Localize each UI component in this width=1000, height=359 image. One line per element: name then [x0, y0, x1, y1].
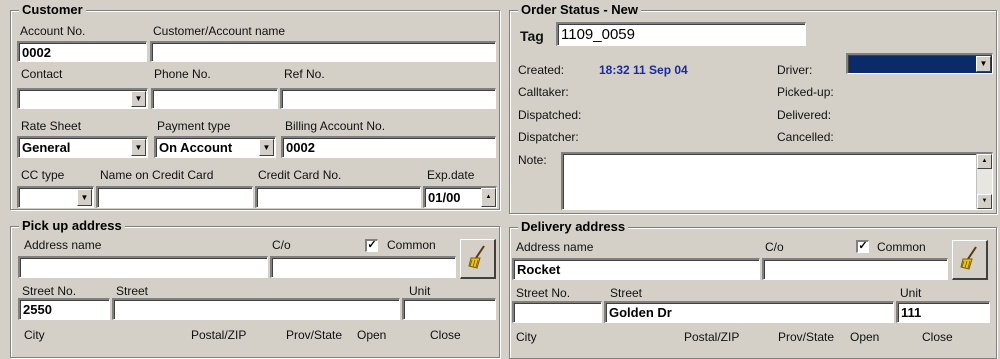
cancelled-label: Cancelled:: [777, 130, 834, 144]
phone-label: Phone No.: [154, 67, 211, 81]
cc-name-label: Name on Credit Card: [100, 168, 214, 182]
dispatched-label: Dispatched:: [518, 108, 582, 122]
account-no-field[interactable]: 0002: [17, 41, 147, 62]
created-value: 18:32 11 Sep 04: [599, 63, 688, 77]
billing-label: Billing Account No.: [285, 119, 386, 133]
cc-no-label: Credit Card No.: [258, 168, 342, 182]
cc-type-label: CC type: [21, 168, 65, 182]
broom-icon: [467, 244, 489, 273]
rate-sheet-select[interactable]: General ▼: [17, 136, 148, 158]
pickup-unit-field[interactable]: [402, 298, 496, 320]
contact-select[interactable]: ▼: [17, 88, 148, 109]
pickup-clear-button[interactable]: [460, 239, 496, 279]
phone-field[interactable]: [151, 88, 278, 109]
rate-sheet-value: General: [22, 140, 71, 155]
pickup-unit-label: Unit: [409, 284, 431, 298]
pickup-close-label: Close: [430, 328, 461, 342]
cc-type-select[interactable]: ▼: [17, 186, 94, 208]
delivery-unit-field[interactable]: 111: [896, 301, 990, 323]
delivery-co-label: C/o: [765, 240, 784, 254]
delivery-common-checkbox[interactable]: ✓: [856, 240, 869, 253]
calltaker-label: Calltaker:: [518, 85, 569, 99]
pickup-co-field[interactable]: [270, 256, 456, 278]
note-scrollbar[interactable]: ▲ ▼: [976, 154, 992, 209]
cc-type-dropdown-icon[interactable]: ▼: [77, 189, 92, 206]
tag-label: Tag: [520, 28, 544, 44]
contact-label: Contact: [21, 67, 63, 81]
contact-dropdown-icon[interactable]: ▼: [131, 91, 146, 107]
account-name-label: Customer/Account name: [153, 24, 286, 38]
customer-group-title: Customer: [19, 2, 86, 17]
billing-field[interactable]: 0002: [281, 136, 496, 158]
ref-field[interactable]: [280, 88, 496, 109]
pickup-postal-label: Postal/ZIP: [191, 328, 247, 342]
delivery-street-no-field[interactable]: [512, 301, 602, 323]
exp-date-spinner[interactable]: ▲ ▼: [481, 188, 496, 207]
driver-dropdown-icon[interactable]: ▼: [976, 56, 991, 72]
tag-field[interactable]: 1109_0059: [556, 22, 806, 46]
pickup-common-label: Common: [387, 238, 436, 252]
delivery-address-title: Delivery address: [518, 219, 629, 234]
rate-sheet-label: Rate Sheet: [21, 119, 82, 133]
pickup-address-name-label: Address name: [24, 238, 102, 252]
delivery-common-label: Common: [877, 240, 926, 254]
created-label: Created:: [518, 63, 565, 77]
delivery-street-field[interactable]: Golden Dr: [604, 301, 894, 323]
delivery-unit-label: Unit: [900, 286, 922, 300]
payment-type-dropdown-icon[interactable]: ▼: [259, 139, 274, 156]
pickedup-label: Picked-up:: [777, 85, 834, 99]
order-status-title: Order Status - New: [518, 2, 642, 17]
pickup-address-name-field[interactable]: [18, 256, 268, 278]
ref-label: Ref No.: [284, 67, 325, 81]
scroll-up-icon[interactable]: ▲: [977, 154, 992, 169]
scroll-down-icon[interactable]: ▼: [977, 194, 992, 209]
driver-label: Driver:: [777, 63, 813, 77]
pickup-street-field[interactable]: [112, 298, 400, 320]
note-label: Note:: [518, 153, 547, 167]
note-textarea[interactable]: ▲ ▼: [561, 152, 993, 210]
dispatcher-label: Dispatcher:: [518, 130, 579, 144]
delivery-address-name-field[interactable]: Rocket: [512, 258, 760, 280]
delivery-prov-label: Prov/State: [778, 330, 835, 344]
account-name-field[interactable]: [150, 41, 496, 62]
pickup-co-label: C/o: [272, 238, 291, 252]
spin-down-icon[interactable]: ▼: [481, 207, 496, 208]
delivery-street-no-label: Street No.: [516, 286, 571, 300]
delivery-clear-button[interactable]: [952, 240, 988, 280]
delivered-label: Delivered:: [777, 108, 832, 122]
delivery-co-field[interactable]: [762, 258, 948, 280]
exp-date-field[interactable]: 01/00 ▲ ▼: [423, 186, 497, 208]
delivery-open-label: Open: [850, 330, 880, 344]
cc-no-field[interactable]: [255, 186, 421, 208]
rate-sheet-dropdown-icon[interactable]: ▼: [131, 139, 146, 156]
delivery-postal-label: Postal/ZIP: [684, 330, 740, 344]
exp-date-value: 01/00: [428, 190, 461, 205]
delivery-city-label: City: [516, 330, 537, 344]
payment-type-select[interactable]: On Account ▼: [154, 136, 276, 158]
pickup-street-no-label: Street No.: [22, 284, 77, 298]
spin-up-icon[interactable]: ▲: [481, 188, 496, 207]
exp-date-label: Exp.date: [427, 168, 475, 182]
delivery-close-label: Close: [922, 330, 953, 344]
account-no-label: Account No.: [20, 24, 86, 38]
payment-type-label: Payment type: [157, 119, 231, 133]
payment-type-value: On Account: [159, 140, 233, 155]
delivery-address-name-label: Address name: [516, 240, 594, 254]
pickup-street-no-field[interactable]: 2550: [18, 298, 110, 320]
driver-select[interactable]: ▼: [846, 53, 993, 74]
pickup-common-checkbox[interactable]: ✓: [365, 239, 378, 252]
cc-name-field[interactable]: [96, 186, 253, 208]
broom-icon: [959, 245, 981, 274]
pickup-address-title: Pick up address: [19, 218, 125, 233]
pickup-city-label: City: [24, 328, 45, 342]
pickup-street-label: Street: [116, 284, 149, 298]
pickup-open-label: Open: [357, 328, 387, 342]
pickup-prov-label: Prov/State: [286, 328, 343, 342]
delivery-street-label: Street: [610, 286, 643, 300]
